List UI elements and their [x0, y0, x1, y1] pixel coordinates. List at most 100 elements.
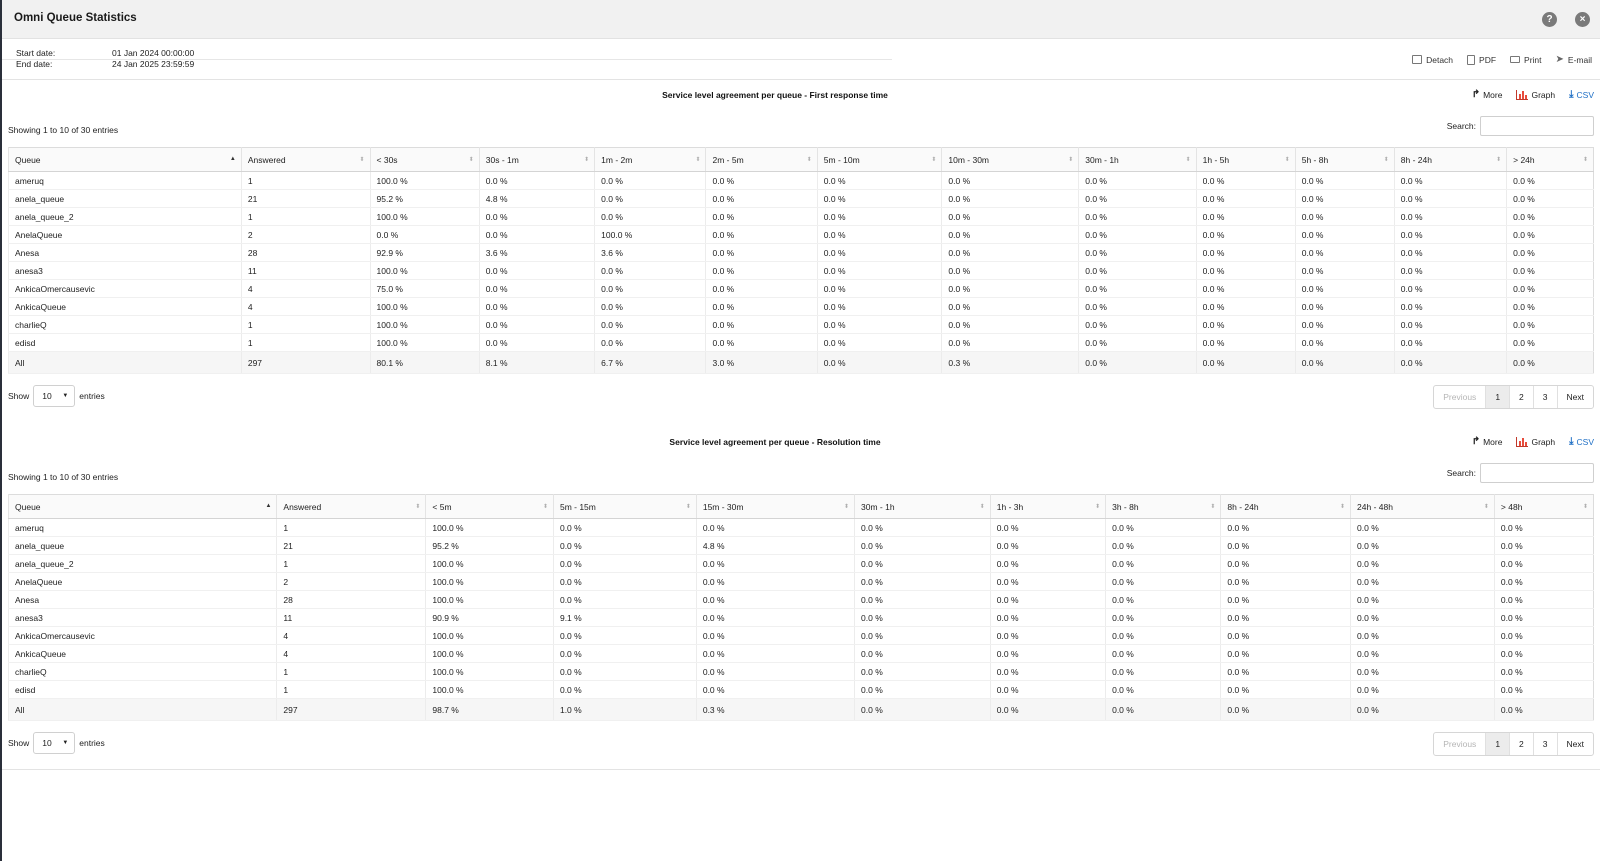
column-header-label: 30m - 1h	[1085, 154, 1119, 165]
table-row[interactable]: ameruq 1 100.0 % 0.0 % 0.0 % 0.0 % 0.0 % 0.0 % 0…	[8, 171, 1594, 190]
question-circle-icon[interactable]: ?	[1542, 12, 1557, 27]
table-row[interactable]: AnkicaQueue 4 100.0 % 0.0 % 0.0 % 0.0 % 0.0 % 0…	[8, 297, 1594, 316]
table-cell: 0.0 %	[1195, 297, 1296, 316]
table-row[interactable]: anela_queue_2 1 100.0 % 0.0 % 0.0 % 0.0 % 0.0 …	[7, 554, 1594, 573]
total-cell: 0.0 %	[1105, 698, 1221, 721]
table-cell: Anesa	[7, 590, 277, 609]
table-cell: 0.0 %	[695, 626, 855, 645]
table-cell: 0.0 %	[1078, 333, 1197, 352]
column-header[interactable]: 5m - 10m ⬍	[816, 147, 942, 172]
column-header[interactable]: Answered ⬍	[240, 147, 371, 172]
table-row[interactable]: anesa3 11 100.0 % 0.0 % 0.0 % 0.0 % 0.0 % 0.0 %…	[8, 261, 1594, 280]
table-cell: 0.0 %	[1078, 171, 1197, 190]
column-header[interactable]: 30s - 1m ⬍	[478, 147, 595, 172]
page-button[interactable]: 2	[1509, 386, 1533, 408]
previous-page-button[interactable]: Previous	[1434, 733, 1485, 755]
column-header[interactable]: Queue ▲	[7, 494, 277, 519]
table-cell: 0.0 %	[1195, 261, 1296, 280]
table-row[interactable]: edisd 1 100.0 % 0.0 % 0.0 % 0.0 % 0.0 % 0.0 % 0.…	[7, 680, 1594, 699]
caret-down-icon: ▼	[62, 740, 69, 746]
search-input[interactable]	[1480, 463, 1594, 483]
graph-button[interactable]: Graph	[1516, 436, 1555, 447]
table-cell: 0.0 %	[989, 626, 1106, 645]
column-header[interactable]: 8h - 24h ⬍	[1220, 494, 1351, 519]
print-button[interactable]: Print	[1510, 54, 1542, 65]
table-row[interactable]: Anesa 28 100.0 % 0.0 % 0.0 % 0.0 % 0.0 % 0.0 % 0…	[7, 590, 1594, 609]
table-row[interactable]: anela_queue_2 1 100.0 % 0.0 % 0.0 % 0.0 % 0.0 …	[8, 207, 1594, 226]
table-row[interactable]: Anesa 28 92.9 % 3.6 % 3.6 % 0.0 % 0.0 % 0.0 % 0.…	[8, 243, 1594, 262]
column-header[interactable]: 1h - 3h ⬍	[989, 494, 1106, 519]
table-row[interactable]: AnkicaQueue 4 100.0 % 0.0 % 0.0 % 0.0 % 0.0 % 0…	[7, 644, 1594, 663]
email-label: E-mail	[1567, 54, 1592, 65]
column-header-label: 24h - 48h	[1357, 501, 1393, 512]
column-header-label: 5m - 10m	[823, 154, 860, 165]
close-circle-icon[interactable]: ×	[1575, 12, 1590, 27]
page-button[interactable]: 3	[1532, 386, 1557, 408]
pdf-button[interactable]: PDF	[1467, 54, 1496, 65]
column-header[interactable]: Answered ⬍	[276, 494, 426, 519]
page-button[interactable]: 2	[1509, 733, 1533, 755]
table-row[interactable]: edisd 1 100.0 % 0.0 % 0.0 % 0.0 % 0.0 % 0.0 % 0.…	[8, 333, 1594, 352]
column-header[interactable]: 1h - 5h ⬍	[1195, 147, 1296, 172]
column-header[interactable]: > 48h ⬍	[1493, 494, 1594, 519]
table-cell: 0.0 %	[695, 590, 855, 609]
page-length-select[interactable]: 10 ▼	[33, 385, 76, 407]
column-header[interactable]: 24h - 48h ⬍	[1350, 494, 1495, 519]
table-row[interactable]: anela_queue 21 95.2 % 4.8 % 0.0 % 0.0 % 0.0 % 0…	[8, 189, 1594, 208]
table-cell: anela_queue_2	[7, 554, 277, 573]
column-header[interactable]: 30m - 1h ⬍	[1078, 147, 1197, 172]
table-row[interactable]: anesa3 11 90.9 % 9.1 % 0.0 % 0.0 % 0.0 % 0.0 % 0…	[7, 608, 1594, 627]
table-row[interactable]: AnelaQueue 2 0.0 % 0.0 % 100.0 % 0.0 % 0.0 % 0.…	[8, 225, 1594, 244]
table-cell: 0.0 %	[816, 171, 942, 190]
search-input[interactable]	[1480, 116, 1594, 136]
search-box: Search:	[1447, 463, 1594, 483]
column-header[interactable]: 8h - 24h ⬍	[1393, 147, 1507, 172]
more-button[interactable]: ↱ More	[1472, 436, 1503, 447]
table-cell: 0.0 %	[989, 590, 1106, 609]
total-cell: 0.3 %	[695, 698, 855, 721]
column-header[interactable]: < 30s ⬍	[369, 147, 480, 172]
page-button[interactable]: 3	[1532, 733, 1557, 755]
column-header[interactable]: 15m - 30m ⬍	[695, 494, 855, 519]
page-button[interactable]: 1	[1485, 733, 1510, 755]
table-cell: 0.0 %	[1393, 261, 1507, 280]
column-header[interactable]: 5m - 15m ⬍	[552, 494, 697, 519]
column-header[interactable]: Queue ▲	[8, 147, 242, 172]
column-header[interactable]: > 24h ⬍	[1506, 147, 1594, 172]
table-row[interactable]: AnelaQueue 2 100.0 % 0.0 % 0.0 % 0.0 % 0.0 % 0.…	[7, 572, 1594, 591]
column-header[interactable]: < 5m ⬍	[425, 494, 554, 519]
column-header[interactable]: 1m - 2m ⬍	[594, 147, 706, 172]
total-cell: 80.1 %	[369, 351, 480, 374]
page-button[interactable]: 1	[1485, 386, 1510, 408]
table-cell: 95.2 %	[369, 189, 480, 208]
table-cell: 1	[276, 662, 426, 681]
table-cell: 0.0 %	[594, 279, 706, 298]
column-header[interactable]: 30m - 1h ⬍	[854, 494, 991, 519]
email-button[interactable]: ➤ E-mail	[1556, 54, 1592, 65]
table-cell: 0.0 %	[478, 315, 595, 334]
column-header[interactable]: 2m - 5m ⬍	[705, 147, 818, 172]
table-row[interactable]: anela_queue 21 95.2 % 0.0 % 4.8 % 0.0 % 0.0 % 0…	[7, 536, 1594, 555]
table-row[interactable]: AnkicaOmercausevic 4 100.0 % 0.0 % 0.0 % 0.0 …	[7, 626, 1594, 645]
table-row[interactable]: AnkicaOmercausevic 4 75.0 % 0.0 % 0.0 % 0.0 %…	[8, 279, 1594, 298]
column-header[interactable]: 3h - 8h ⬍	[1105, 494, 1221, 519]
table-row[interactable]: ameruq 1 100.0 % 0.0 % 0.0 % 0.0 % 0.0 % 0.0 % 0…	[7, 518, 1594, 537]
next-page-button[interactable]: Next	[1556, 733, 1593, 755]
table-cell: 0.0 %	[941, 297, 1079, 316]
sort-icon: ⬍	[1582, 504, 1588, 510]
column-header[interactable]: 5h - 8h ⬍	[1294, 147, 1395, 172]
detach-button[interactable]: Detach	[1412, 54, 1453, 65]
next-page-button[interactable]: Next	[1556, 386, 1593, 408]
previous-page-button[interactable]: Previous	[1434, 386, 1485, 408]
total-cell: 3.0 %	[705, 351, 818, 374]
table-cell: 0.0 %	[705, 261, 818, 280]
table-cell: AnkicaQueue	[8, 297, 242, 316]
csv-button[interactable]: ⤓ CSV	[1569, 436, 1594, 447]
csv-button[interactable]: ⤓ CSV	[1569, 89, 1594, 100]
table-row[interactable]: charlieQ 1 100.0 % 0.0 % 0.0 % 0.0 % 0.0 % 0.0 …	[8, 315, 1594, 334]
table-row[interactable]: charlieQ 1 100.0 % 0.0 % 0.0 % 0.0 % 0.0 % 0.0 …	[7, 662, 1594, 681]
page-length-select[interactable]: 10 ▼	[33, 732, 76, 754]
more-button[interactable]: ↱ More	[1472, 89, 1503, 100]
graph-button[interactable]: Graph	[1516, 89, 1555, 100]
column-header[interactable]: 10m - 30m ⬍	[941, 147, 1079, 172]
